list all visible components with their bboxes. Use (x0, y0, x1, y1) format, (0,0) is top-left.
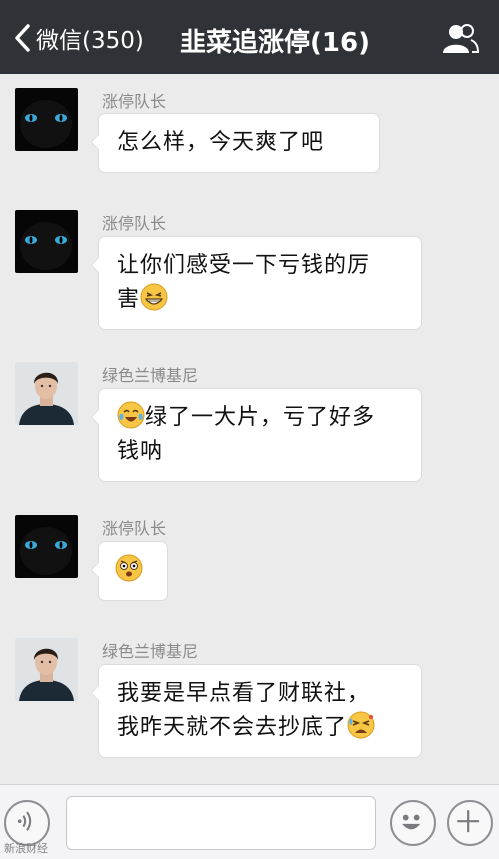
sender-name: 涨停队长 (102, 519, 167, 538)
sender-name: 绿色兰博基尼 (102, 366, 199, 385)
smiley-icon (402, 814, 421, 830)
back-label: 微信(350) (36, 28, 144, 54)
nav-bar: 微信(350) 韭菜追涨停(16) (0, 0, 499, 74)
chevron-left-icon (15, 24, 30, 52)
shocked-emoji (115, 554, 143, 582)
message-text: 钱呐 (117, 439, 164, 464)
sender-name: 涨停队长 (102, 92, 167, 111)
plus-icon (457, 810, 480, 833)
message-bubble[interactable]: 我要是早点看了财联社， 我昨天就不会去抄底了 (91, 664, 422, 758)
black-cat-avatar[interactable] (15, 88, 78, 151)
message-text: 我昨天就不会去抄底了 (117, 715, 348, 740)
upset-emoji (347, 711, 375, 739)
message-text: 害 (117, 287, 141, 312)
sender-name: 涨停队长 (102, 214, 167, 233)
message-bubble[interactable]: 让你们感受一下亏钱的厉 害 (91, 236, 422, 330)
message-text: 绿了一大片，亏了好多 (145, 405, 376, 430)
sender-name: 绿色兰博基尼 (102, 642, 199, 661)
man-portrait-avatar[interactable] (15, 638, 78, 701)
black-cat-avatar[interactable] (15, 210, 78, 273)
watermark: 新浪财经 (4, 842, 48, 855)
man-portrait-avatar[interactable] (15, 362, 78, 425)
input-bar (0, 784, 499, 859)
message-text: 怎么样，今天爽了吧 (117, 130, 325, 155)
chat-title: 韭菜追涨停(16) (180, 28, 370, 58)
grin-emoji (140, 283, 168, 311)
chat-area: 涨停队长 怎么样，今天爽了吧 涨停队长 让你们感受一下亏钱的厉 害 绿色兰博基尼… (0, 74, 499, 784)
crying-laugh-emoji (117, 401, 145, 429)
black-cat-avatar[interactable] (15, 515, 78, 578)
more-button[interactable] (447, 800, 493, 846)
message-text: 让你们感受一下亏钱的厉 (117, 253, 371, 278)
voice-icon (17, 811, 32, 831)
back-button[interactable]: 微信(350) (12, 20, 144, 56)
message-bubble[interactable]: 绿了一大片，亏了好多 钱呐 (91, 388, 422, 482)
message-bubble[interactable] (91, 541, 168, 601)
group-members-icon (443, 24, 480, 53)
group-members-button[interactable] (440, 22, 480, 56)
message-bubble[interactable]: 怎么样，今天爽了吧 (91, 113, 380, 173)
emoji-button[interactable] (390, 800, 436, 846)
message-input[interactable] (66, 796, 376, 850)
message-text: 我要是早点看了财联社， (117, 681, 371, 706)
